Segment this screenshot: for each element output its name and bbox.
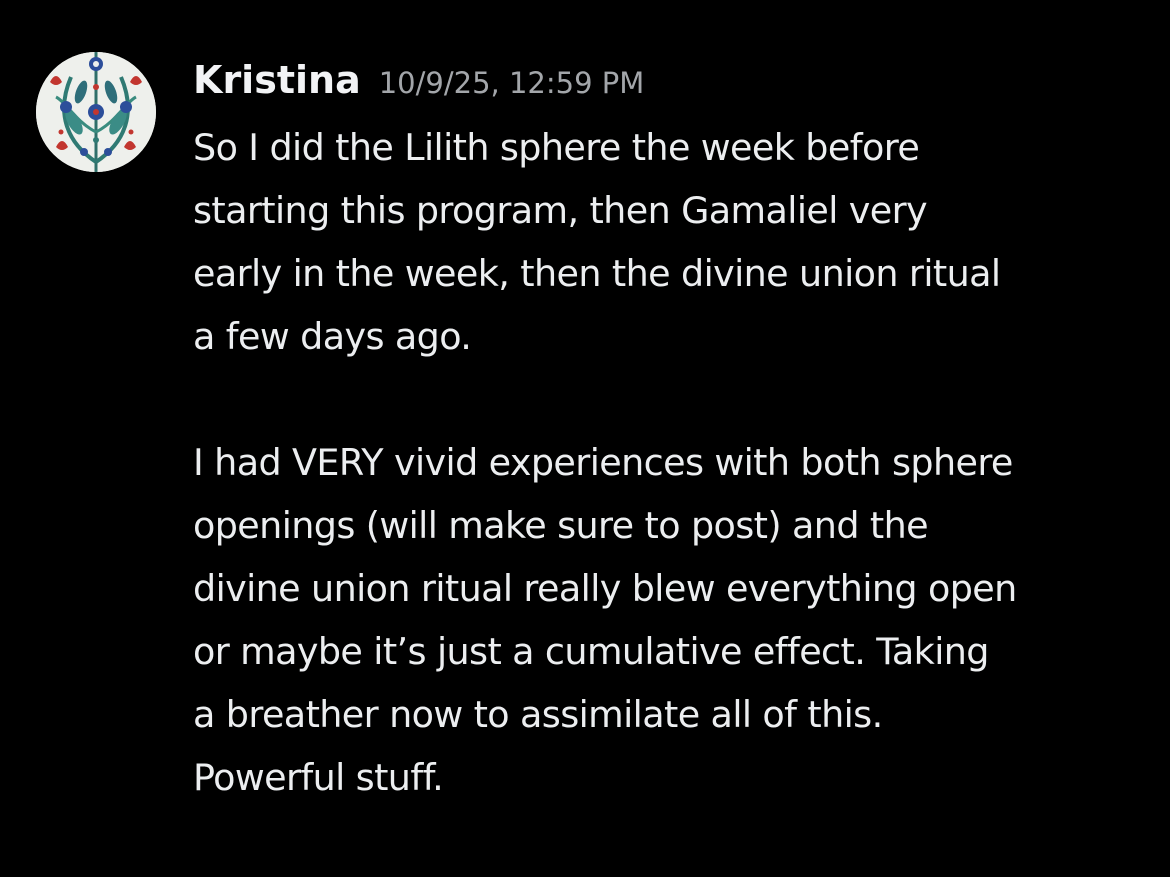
message-line: openings (will make sure to post) and th… (193, 504, 929, 547)
message-line: a few days ago. (193, 315, 472, 358)
user-avatar[interactable] (36, 52, 156, 172)
floral-tile-avatar-icon (36, 52, 156, 172)
message-content: So I did the Lilith sphere the week befo… (193, 116, 1153, 809)
message-line: early in the week, then the divine union… (193, 252, 1001, 295)
message-header: Kristina 10/9/25, 12:59 PM (193, 58, 644, 102)
message-line: or maybe it’s just a cumulative effect. … (193, 630, 989, 673)
message-line: starting this program, then Gamaliel ver… (193, 189, 928, 232)
chat-message: Kristina 10/9/25, 12:59 PM So I did the L… (0, 0, 1170, 877)
message-line: I had VERY vivid experiences with both s… (193, 441, 1013, 484)
author-name[interactable]: Kristina (193, 58, 361, 102)
message-line: a breather now to assimilate all of this… (193, 693, 883, 736)
message-line: Powerful stuff. (193, 756, 444, 799)
message-line: divine union ritual really blew everythi… (193, 567, 1017, 610)
message-line: So I did the Lilith sphere the week befo… (193, 126, 920, 169)
message-timestamp: 10/9/25, 12:59 PM (378, 66, 645, 100)
